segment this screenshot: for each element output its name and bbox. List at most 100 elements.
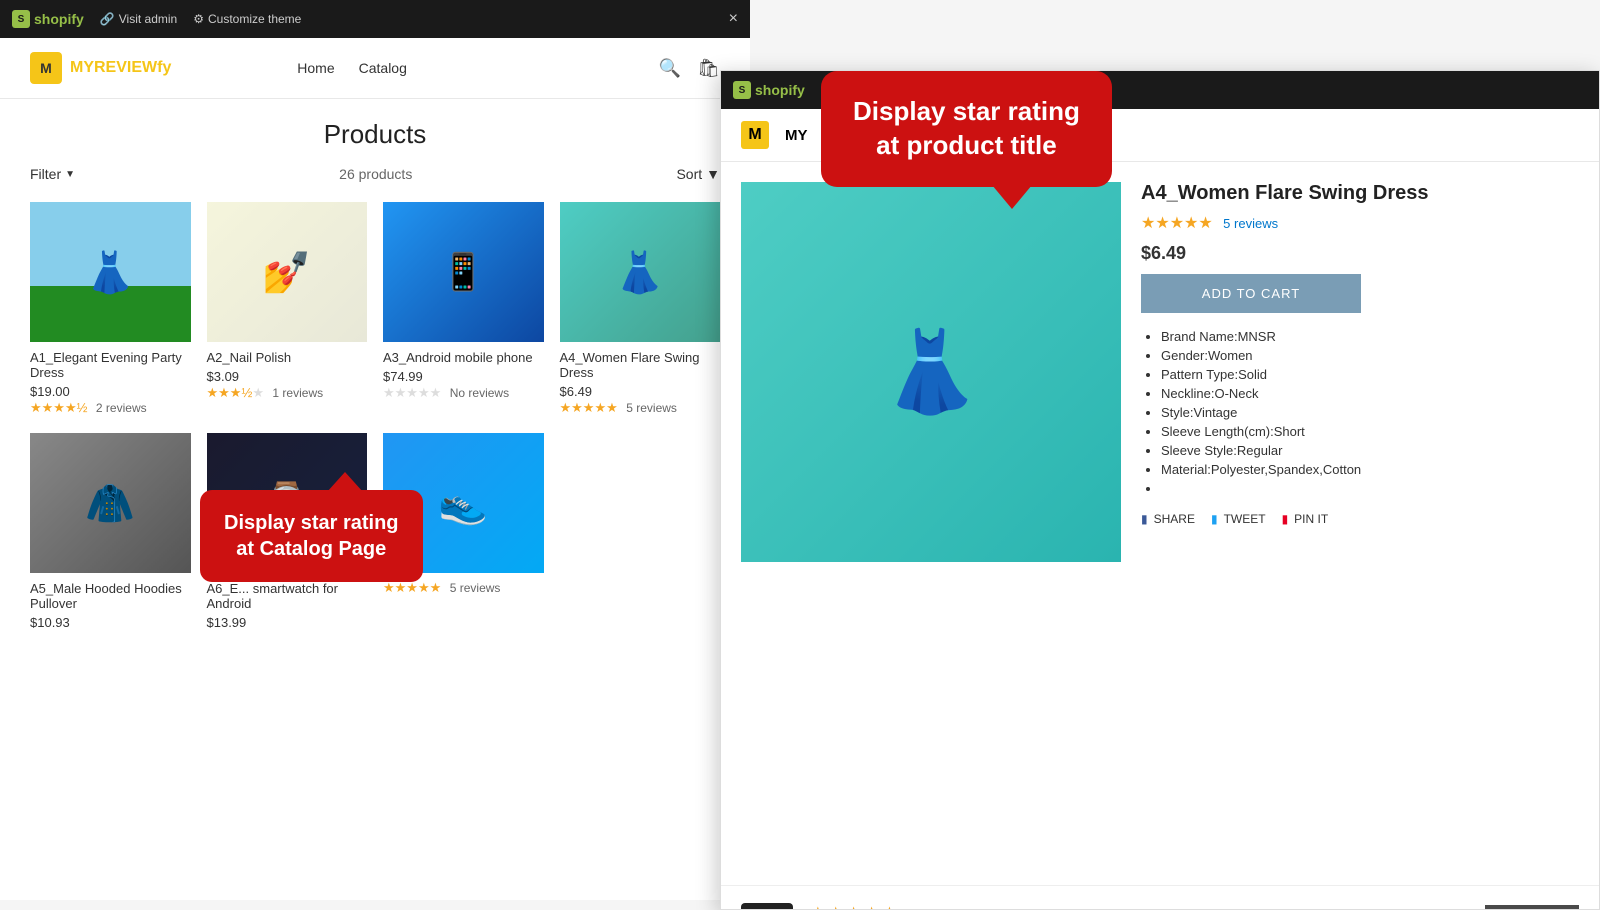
spec-extra	[1161, 481, 1579, 496]
product-detail-name: A4_Women Flare Swing Dress	[1141, 182, 1579, 205]
add-to-cart-button[interactable]: ADD TO CART	[1141, 274, 1361, 313]
product-rating-a1: ★★★★½ 2 reviews	[30, 399, 191, 417]
product-name-a3: A3_Android mobile phone	[383, 350, 544, 365]
facebook-icon: ▮	[1141, 512, 1148, 526]
spec-material: Material:Polyester,Spandex,Cotton	[1161, 462, 1579, 477]
product-img-a1: 👗	[30, 202, 191, 342]
product-card-a4[interactable]: 👗 A4_Women Flare Swing Dress $6.49 ★★★★★…	[560, 202, 721, 417]
phone-image: 📱	[383, 202, 544, 342]
shopify-bag-icon-right: S	[733, 81, 751, 99]
spec-brand: Brand Name:MNSR	[1161, 329, 1579, 344]
catalog-callout-bubble: Display star rating at Catalog Page	[200, 490, 423, 582]
dress-image: 👗	[30, 202, 191, 342]
shopify-logo-right: S shopify	[733, 81, 805, 99]
stars-a4: ★★★★★	[560, 400, 618, 415]
large-dress-image: 👗	[741, 182, 1121, 562]
customize-theme-link[interactable]: ⚙ Customize theme	[193, 12, 301, 26]
cart-icon[interactable]: 🛍	[697, 58, 720, 79]
product-price-a6: $13.99	[207, 615, 368, 630]
product-detail-reviews-link[interactable]: 5 reviews	[1223, 216, 1278, 231]
review-count-a2: 1 reviews	[272, 386, 323, 400]
visit-admin-link[interactable]: 🔗 Visit admin	[100, 12, 177, 26]
nav-catalog[interactable]: Catalog	[359, 60, 407, 76]
twitter-icon: ▮	[1211, 512, 1218, 526]
product-rating-a2: ★★★½★ 1 reviews	[207, 384, 368, 402]
product-name-a6: A6_E... smartwatch for Android	[207, 581, 368, 611]
visit-admin-icon: 🔗	[100, 12, 115, 26]
write-review-button[interactable]: WRITE A ...	[1485, 905, 1579, 910]
filter-chevron-icon: ▼	[65, 169, 75, 180]
store-name-right: MY	[785, 127, 808, 144]
product-name-a5: A5_Male Hooded Hoodies Pullover	[30, 581, 191, 611]
product-rating-a3: ★★★★★ No reviews	[383, 384, 544, 402]
facebook-share[interactable]: ▮ SHARE	[1141, 512, 1195, 526]
reviews-stars-group: ★★★★★ Based On 5 Reviews	[809, 902, 930, 910]
product-detail-price: $6.49	[1141, 243, 1579, 264]
sort-chevron-icon: ▼	[706, 166, 720, 182]
review-count-a7: 5 reviews	[450, 581, 501, 595]
shopify-text: shopify	[34, 11, 84, 27]
product-img-a2: 💅	[207, 202, 368, 342]
spec-style: Style:Vintage	[1161, 405, 1579, 420]
shopify-bag-icon: S	[12, 10, 30, 28]
search-icon[interactable]: 🔍	[659, 58, 681, 79]
product-name-a1: A1_Elegant Evening Party Dress	[30, 350, 191, 380]
review-count-a3: No reviews	[450, 386, 509, 400]
product-card-a5[interactable]: 🧥 A5_Male Hooded Hoodies Pullover $10.93	[30, 433, 191, 630]
product-price-a5: $10.93	[30, 615, 191, 630]
stars-a7: ★★★★★	[383, 580, 441, 595]
products-count: 26 products	[75, 166, 676, 182]
review-count-a4: 5 reviews	[626, 401, 677, 415]
close-button-left[interactable]: ×	[729, 10, 738, 28]
reviews-stars: ★★★★★	[809, 902, 930, 910]
store-logo: M MYREVIEWfy	[30, 52, 171, 84]
product-rating-a4: ★★★★★ 5 reviews	[560, 399, 721, 417]
product-img-a3: 📱	[383, 202, 544, 342]
product-img-a5: 🧥	[30, 433, 191, 573]
store-icons: 🔍 🛍	[659, 58, 720, 79]
spec-pattern: Pattern Type:Solid	[1161, 367, 1579, 382]
spec-sleeve-length: Sleeve Length(cm):Short	[1161, 424, 1579, 439]
product-price-a3: $74.99	[383, 369, 544, 384]
product-detail-image: 👗	[741, 182, 1121, 562]
review-count-a1: 2 reviews	[96, 401, 147, 415]
right-panel: Display star rating at product title S s…	[720, 70, 1600, 910]
product-name-a2: A2_Nail Polish	[207, 350, 368, 365]
logo-box: M	[30, 52, 62, 84]
twitter-share[interactable]: ▮ TWEET	[1211, 512, 1266, 526]
left-panel: S shopify 🔗 Visit admin ⚙ Customize them…	[0, 0, 750, 900]
pinterest-share[interactable]: ▮ PIN IT	[1282, 512, 1329, 526]
sort-button[interactable]: Sort ▼	[676, 166, 720, 182]
nav-home[interactable]: Home	[297, 60, 334, 76]
nail-image: 💅	[207, 202, 368, 342]
product-price-a1: $19.00	[30, 384, 191, 399]
pinterest-icon: ▮	[1282, 512, 1289, 526]
filter-button[interactable]: Filter ▼	[30, 166, 75, 182]
reviews-section: 4.6 ★★★★★ Based On 5 Reviews CUSTOMER RE…	[721, 885, 1599, 910]
products-toolbar: Filter ▼ 26 products Sort ▼	[30, 166, 720, 182]
spec-sleeve-style: Sleeve Style:Regular	[1161, 443, 1579, 458]
reviews-header: 4.6 ★★★★★ Based On 5 Reviews CUSTOMER RE…	[741, 902, 1579, 910]
product-specs: Brand Name:MNSR Gender:Women Pattern Typ…	[1141, 329, 1579, 496]
product-img-a4: 👗	[560, 202, 721, 342]
stars-a1: ★★★★	[30, 400, 77, 415]
spec-neckline: Neckline:O-Neck	[1161, 386, 1579, 401]
social-share: ▮ SHARE ▮ TWEET ▮ PIN IT	[1141, 512, 1579, 526]
product-price-a2: $3.09	[207, 369, 368, 384]
products-title: Products	[30, 119, 720, 150]
shopify-logo-left: S shopify	[12, 10, 84, 28]
product-detail-rating: ★★★★★ 5 reviews	[1141, 213, 1579, 233]
product-detail: 👗 A4_Women Flare Swing Dress ★★★★★ 5 rev…	[721, 162, 1599, 885]
customize-icon: ⚙	[193, 12, 204, 26]
spec-gender: Gender:Women	[1161, 348, 1579, 363]
product-card-a3[interactable]: 📱 A3_Android mobile phone $74.99 ★★★★★ N…	[383, 202, 544, 417]
store-header-left: M MYREVIEWfy Home Catalog 🔍 🛍	[0, 38, 750, 99]
admin-bar-left: S shopify 🔗 Visit admin ⚙ Customize them…	[0, 0, 750, 38]
shopify-text-right: shopify	[755, 82, 805, 98]
product-card-a1[interactable]: 👗 A1_Elegant Evening Party Dress $19.00 …	[30, 202, 191, 417]
rating-badge: 4.6	[741, 903, 793, 910]
title-callout-bubble: Display star rating at product title	[821, 71, 1112, 187]
product-price-a4: $6.49	[560, 384, 721, 399]
red-dress-image: 👗	[560, 202, 721, 342]
product-card-a2[interactable]: 💅 A2_Nail Polish $3.09 ★★★½★ 1 reviews	[207, 202, 368, 417]
